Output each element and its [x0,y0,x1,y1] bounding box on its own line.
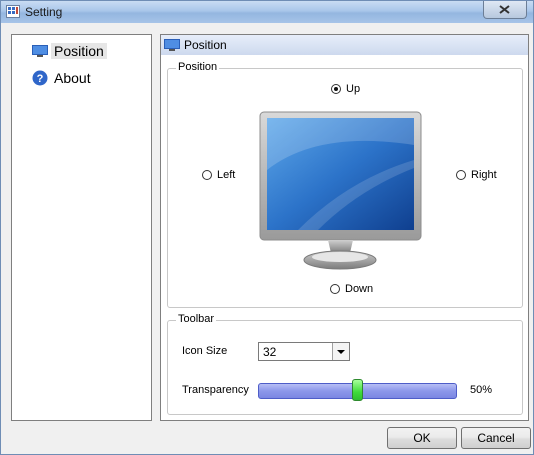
toolbar-groupbox: Toolbar Icon Size 32 Transparency 50% [167,313,523,415]
radio-up[interactable]: Up [331,83,360,95]
cancel-button[interactable]: Cancel [461,427,531,449]
transparency-value: 50% [470,384,493,396]
app-icon [6,5,20,18]
slider-thumb[interactable] [352,379,363,401]
monitor-icon [164,39,180,51]
icon-size-value: 32 [263,345,277,359]
radio-label: Down [345,283,374,295]
icon-size-select[interactable]: 32 [258,342,350,361]
position-groupbox: Position Up Left Right Down [167,61,523,308]
transparency-slider[interactable] [258,379,457,401]
dropdown-button[interactable] [332,343,349,360]
panel-header: Position [161,35,528,55]
monitor-illustration [259,111,422,270]
monitor-icon [32,45,48,57]
icon-size-label: Icon Size [182,345,228,357]
panel-title: Position [184,38,227,52]
radio-label: Right [471,169,497,181]
settings-window: Setting Position ? About Position Positi… [0,0,534,455]
toolbar-legend: Toolbar [176,313,217,325]
radio-label: Left [217,169,236,181]
radio-right[interactable]: Right [456,169,497,181]
radio-left[interactable]: Left [202,169,235,181]
radio-label: Up [346,83,361,95]
content-panel: Position Position Up Left Right Down Too… [160,34,529,421]
sidebar-item-label: Position [51,43,107,59]
radio-indicator [331,84,341,94]
sidebar-item-label: About [54,70,91,86]
chevron-down-icon [337,350,345,354]
radio-indicator [456,170,466,180]
window-title: Setting [25,5,63,19]
transparency-label: Transparency [182,384,249,396]
sidebar-item-about[interactable]: ? About [20,68,145,88]
radio-down[interactable]: Down [330,283,373,295]
position-legend: Position [176,61,220,73]
radio-indicator [330,284,340,294]
help-icon: ? [32,70,48,86]
radio-indicator [202,170,212,180]
title-bar[interactable]: Setting [1,1,533,23]
ok-button[interactable]: OK [387,427,457,449]
svg-text:?: ? [37,73,44,85]
close-icon [499,5,510,14]
sidebar-item-position[interactable]: Position [20,41,145,61]
sidebar: Position ? About [11,34,152,421]
close-button[interactable] [483,1,527,19]
